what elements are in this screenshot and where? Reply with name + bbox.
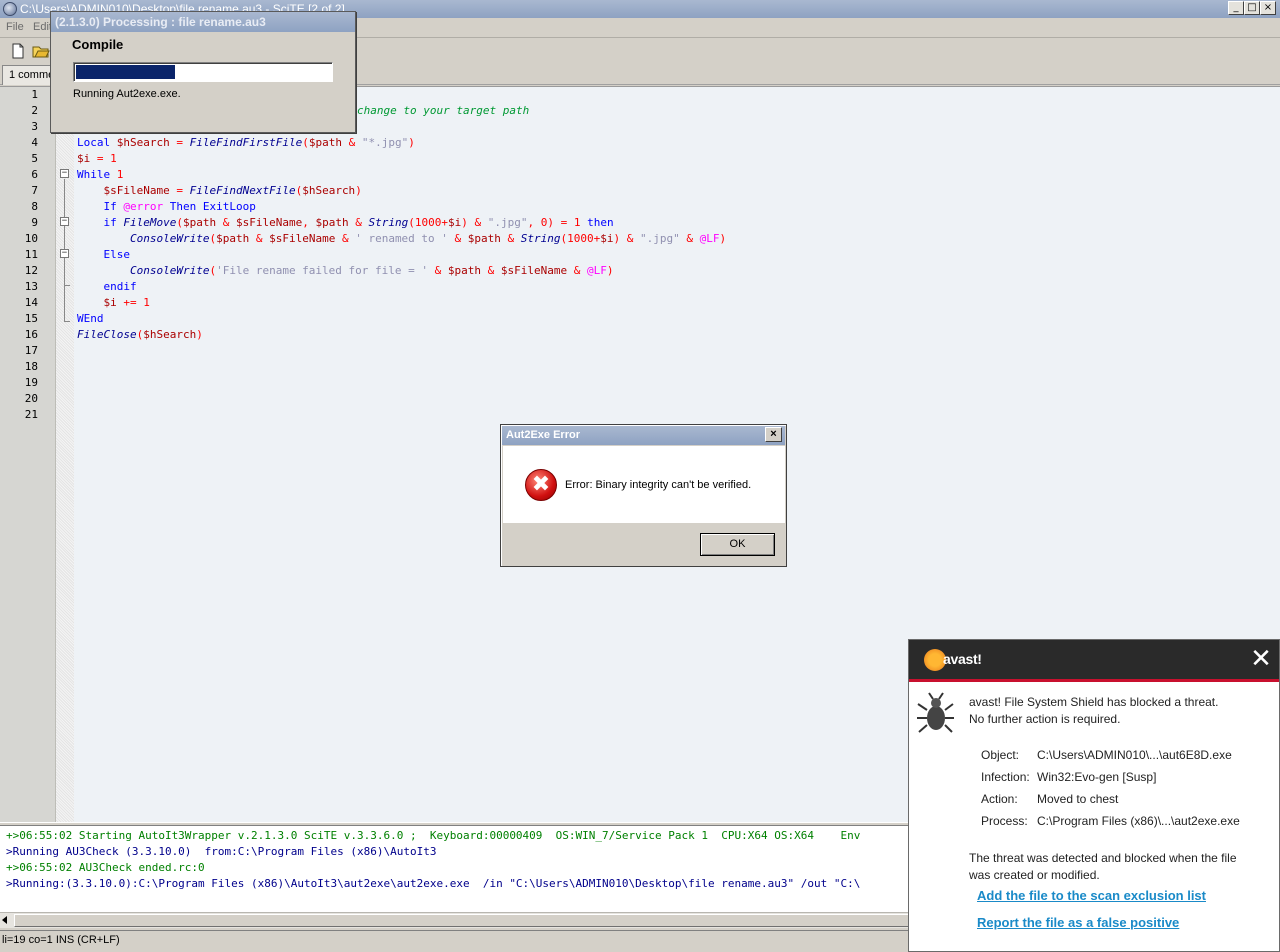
detail-value-infection: Win32:Evo-gen [Susp] [1037, 770, 1157, 784]
fold-toggle-icon[interactable]: − [60, 217, 69, 226]
code-line-6: While 1 [77, 168, 124, 181]
close-button[interactable]: × [1260, 1, 1276, 15]
fold-margin [56, 87, 74, 822]
line-number: 18 [24, 360, 38, 373]
scroll-left-arrow-icon[interactable] [2, 916, 7, 924]
avast-notification: avast! ✕ avast! File System Shield has b… [908, 639, 1280, 952]
code-line-13: endif [103, 280, 137, 293]
ok-button[interactable]: OK [700, 533, 775, 556]
fold-end-marker [64, 285, 70, 286]
line-number: 6 [31, 168, 38, 181]
error-dialog-close-button[interactable]: × [765, 427, 782, 442]
detail-value-object: C:\Users\ADMIN010\...\aut6E8D.exe [1037, 748, 1232, 762]
code-line-16: FileClose($hSearch) [77, 328, 203, 341]
line-number: 19 [24, 376, 38, 389]
line-number: 2 [31, 104, 38, 117]
line-number: 3 [31, 120, 38, 133]
detail-label-process: Process: [981, 814, 1028, 828]
line-number: 5 [31, 152, 38, 165]
code-line-5: $i = 1 [77, 152, 117, 165]
avast-subheadline: No further action is required. [969, 712, 1121, 726]
avast-logo-text: avast! [943, 651, 982, 667]
code-line-7: $sFileName = FileFindNextFile($hSearch) [103, 184, 362, 197]
line-number: 11 [24, 248, 38, 261]
fold-end-marker [64, 321, 70, 322]
compile-progress-window: (2.1.3.0) Processing : file rename.au3 C… [50, 11, 356, 133]
line-number: 17 [24, 344, 38, 357]
bug-icon [915, 692, 955, 736]
aut2exe-error-dialog: Aut2Exe Error × ✖ Error: Binary integrit… [500, 424, 787, 567]
line-number: 9 [31, 216, 38, 229]
detail-label-object: Object: [981, 748, 1020, 762]
code-line-11: Else [103, 248, 131, 261]
code-line-15: WEnd [77, 312, 104, 325]
error-dialog-body: ✖ Error: Binary integrity can't be verif… [503, 446, 785, 523]
new-file-icon[interactable] [8, 41, 28, 61]
code-line-8: If @error Then ExitLoop [103, 200, 256, 213]
code-line-2: change to your target path [357, 104, 530, 117]
detail-label-action: Action: [981, 792, 1018, 806]
line-number: 1 [31, 88, 38, 101]
minimize-button[interactable]: _ [1228, 1, 1244, 15]
avast-note-cont: was created or modified. [969, 868, 1100, 882]
code-line-9: if FileMove($path & $sFileName, $path & … [103, 216, 614, 229]
line-number: 20 [24, 392, 38, 405]
line-number: 21 [24, 408, 38, 421]
line-number: 4 [31, 136, 38, 149]
output-line: >Running:(3.3.10.0):C:\Program Files (x8… [6, 877, 861, 890]
report-false-positive-link[interactable]: Report the file as a false positive [977, 915, 1179, 930]
output-line: +>06:55:02 AU3Check ended.rc:0 [6, 861, 205, 874]
detail-label-infection: Infection: [981, 770, 1030, 784]
code-line-12: ConsoleWrite('File rename failed for fil… [129, 264, 614, 277]
detail-value-action: Moved to chest [1037, 792, 1119, 806]
line-number: 14 [24, 296, 38, 309]
compile-window-title: (2.1.3.0) Processing : file rename.au3 [51, 12, 355, 32]
autoit-app-icon[interactable] [3, 2, 17, 16]
code-line-4: Local $hSearch = FileFindFirstFile($path… [77, 136, 415, 149]
detail-value-process: C:\Program Files (x86)\...\aut2exe.exe [1037, 814, 1240, 828]
compile-progress-fill [76, 65, 175, 79]
avast-note: The threat was detected and blocked when… [969, 851, 1237, 865]
avast-headline: avast! File System Shield has blocked a … [969, 695, 1219, 709]
add-exclusion-link[interactable]: Add the file to the scan exclusion list [977, 888, 1206, 903]
error-dialog-title: Aut2Exe Error [502, 426, 785, 445]
open-folder-icon[interactable] [31, 41, 51, 61]
avast-header: avast! ✕ [909, 640, 1279, 682]
output-line: +>06:55:02 Starting AutoIt3Wrapper v.2.1… [6, 829, 861, 842]
line-number: 7 [31, 184, 38, 197]
compile-status-text: Running Aut2exe.exe. [73, 88, 181, 100]
error-message: Error: Binary integrity can't be verifie… [565, 479, 752, 491]
line-number: 13 [24, 280, 38, 293]
code-line-14: $i += 1 [103, 296, 150, 309]
error-icon: ✖ [525, 469, 557, 501]
code-line-10: ConsoleWrite($path & $sFileName & ' rena… [129, 232, 727, 245]
fold-toggle-icon[interactable]: − [60, 249, 69, 258]
line-number: 16 [24, 328, 38, 341]
line-number: 8 [31, 200, 38, 213]
compile-progress-bar [73, 62, 333, 82]
fold-toggle-icon[interactable]: − [60, 169, 69, 178]
maximize-button[interactable]: □ [1244, 1, 1260, 15]
line-number: 10 [24, 232, 38, 245]
menu-file[interactable]: File [6, 21, 24, 33]
line-number: 12 [24, 264, 38, 277]
line-number: 15 [24, 312, 38, 325]
compile-heading: Compile [72, 37, 124, 52]
output-line: >Running AU3Check (3.3.10.0) from:C:\Pro… [6, 845, 437, 858]
avast-close-button[interactable]: ✕ [1249, 646, 1273, 672]
